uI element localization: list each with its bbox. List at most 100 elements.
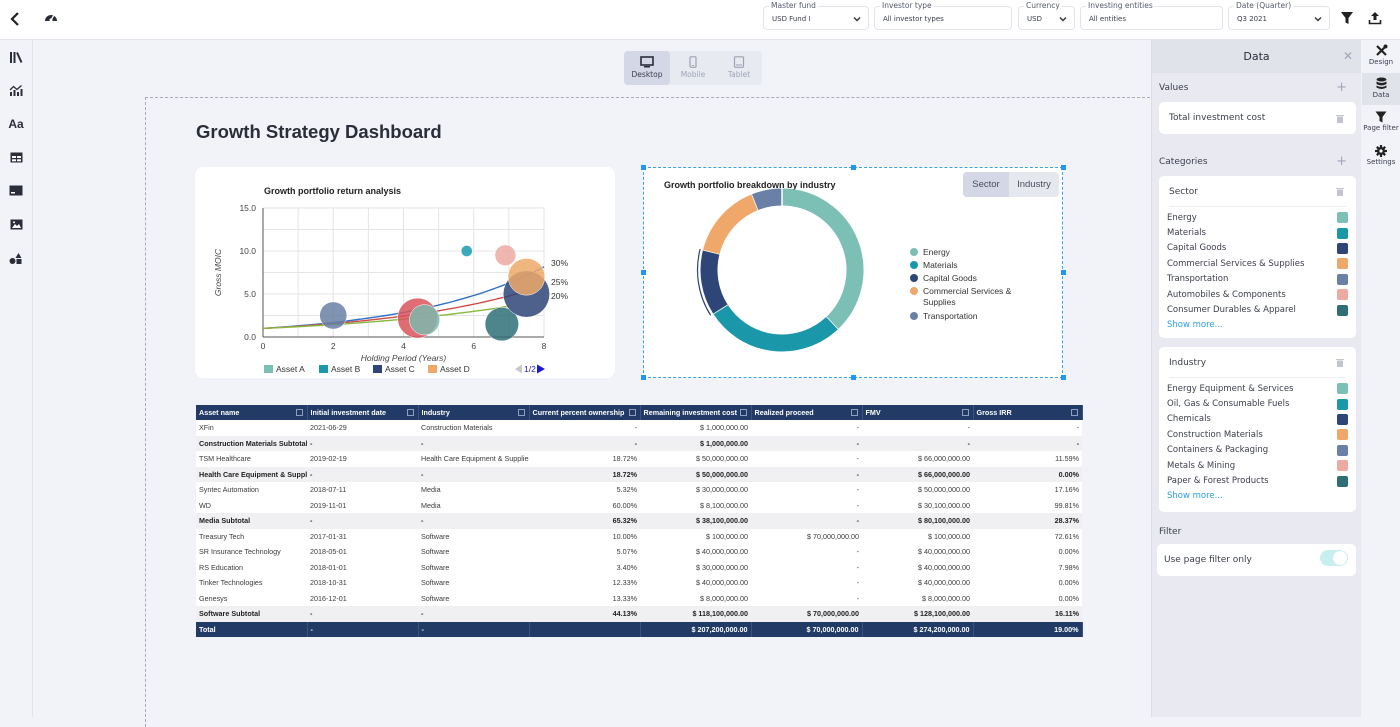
image-icon[interactable] (8, 216, 24, 232)
color-swatch[interactable] (1337, 444, 1348, 456)
investing-entities-select[interactable]: Investing entities All entities (1080, 1, 1223, 30)
color-swatch[interactable] (1337, 475, 1348, 487)
legend-item-commercial-services[interactable]: Commercial Services & Supplies (910, 286, 1033, 308)
color-swatch[interactable] (1337, 413, 1348, 425)
category-item[interactable]: Capital Goods (1167, 241, 1348, 256)
export-upload-icon[interactable] (1368, 11, 1382, 25)
category-item[interactable]: Energy (1167, 210, 1348, 225)
edit-column-icon[interactable] (739, 409, 747, 416)
category-item[interactable]: Oil, Gas & Consumable Fuels (1167, 396, 1348, 411)
tab-design[interactable]: Design (1362, 40, 1400, 72)
donut-slice[interactable] (713, 304, 838, 352)
trash-icon[interactable] (1336, 187, 1344, 196)
bubble-chart-card[interactable]: Growth portfolio return analysis 0.0 5.0 1… (195, 167, 615, 378)
color-swatch[interactable] (1337, 212, 1348, 224)
color-swatch[interactable] (1337, 258, 1348, 270)
donut-slice[interactable] (700, 249, 728, 314)
column-header[interactable]: Initial investment date (307, 405, 419, 420)
column-header[interactable]: FMV (862, 405, 974, 420)
edit-column-icon[interactable] (406, 409, 414, 416)
category-item[interactable]: Transportation (1167, 272, 1348, 287)
color-swatch[interactable] (1337, 398, 1348, 410)
filter-icon[interactable] (1340, 11, 1354, 25)
column-header[interactable]: Industry (418, 405, 530, 420)
industry-toggle-button[interactable]: Industry (1009, 172, 1059, 197)
add-category-plus-icon[interactable]: + (1336, 154, 1347, 169)
card-icon[interactable] (8, 182, 24, 198)
table-row[interactable]: Syntec Automation 2018-07-11 Media 5.32% $ 3… (196, 482, 1082, 498)
tab-data[interactable]: Data (1362, 73, 1400, 105)
subtotal-row[interactable]: Software Subtotal - -44.13% $ 118,100,000.0… (196, 606, 1082, 622)
trash-icon[interactable] (1336, 358, 1344, 367)
tab-page-filter[interactable]: Page filter (1362, 107, 1400, 139)
tab-settings[interactable]: Settings (1362, 141, 1400, 173)
legend-item-transportation[interactable]: Transportation (910, 311, 1033, 321)
desktop-view-button[interactable]: Desktop (624, 51, 670, 85)
edit-column-icon[interactable] (295, 409, 303, 416)
category-item[interactable]: Construction Materials (1167, 427, 1348, 442)
currency-select[interactable]: Currency USD (1018, 1, 1075, 30)
back-icon[interactable] (8, 10, 22, 28)
table-row[interactable]: TSM Healthcare 2019-02-19 Health Care Equi… (196, 451, 1082, 467)
color-swatch[interactable] (1337, 304, 1348, 316)
subtotal-row[interactable]: Media Subtotal - -65.32% $ 38,100,000.00- $ … (196, 513, 1082, 529)
category-item[interactable]: Containers & Packaging (1167, 443, 1348, 458)
column-header[interactable]: Current percent ownership (529, 405, 641, 420)
investor-type-select[interactable]: Investor type All investor types (874, 1, 1012, 30)
column-header[interactable]: Remaining investment cost (640, 405, 752, 420)
resize-handle[interactable] (1061, 375, 1066, 380)
color-swatch[interactable] (1337, 273, 1348, 285)
tablet-view-button[interactable]: Tablet (716, 51, 762, 85)
legend-item-capital-goods[interactable]: Capital Goods (910, 273, 1033, 283)
category-item[interactable]: Energy Equipment & Services (1167, 381, 1348, 396)
color-swatch[interactable] (1337, 242, 1348, 254)
resize-handle[interactable] (1061, 165, 1066, 170)
table-row[interactable]: WD 2019-11-01 Media 60.00% $ 8,100,000.00- $ … (196, 497, 1082, 513)
category-item[interactable]: Consumer Durables & Apparel (1167, 302, 1348, 317)
category-item[interactable]: Paper & Forest Products (1167, 473, 1348, 488)
column-header[interactable]: Asset name (196, 405, 308, 420)
sector-show-more-link[interactable]: Show more... (1167, 320, 1223, 330)
donut-slice[interactable] (781, 188, 864, 330)
donut-slice[interactable] (703, 194, 759, 255)
resize-handle[interactable] (851, 375, 856, 380)
page-filter-toggle[interactable] (1320, 550, 1348, 566)
edit-column-icon[interactable] (517, 409, 525, 416)
dashboard-gauge-icon[interactable] (44, 11, 58, 23)
text-icon[interactable]: Aa (8, 116, 24, 132)
table-row[interactable]: XFin 2021-06-29 Construction Materials - $ 1… (196, 420, 1082, 436)
color-swatch[interactable] (1337, 383, 1348, 395)
table-row[interactable]: RS Education 2018-01-01 Software 3.40% $ 30,… (196, 559, 1082, 575)
table-icon[interactable] (8, 149, 24, 165)
mobile-view-button[interactable]: Mobile (670, 51, 716, 85)
category-item[interactable]: Chemicals (1167, 412, 1348, 427)
column-header[interactable]: Realized proceed (751, 405, 863, 420)
edit-column-icon[interactable] (628, 409, 636, 416)
total-row[interactable]: Total - - $ 207,200,000.00 $ 70,000,000.00 $ … (196, 621, 1083, 637)
table-row[interactable]: Genesys 2016-12-01 Software 13.33% $ 8,000,0… (196, 590, 1082, 606)
donut-slice[interactable] (751, 188, 783, 211)
subtotal-row[interactable]: Health Care Equipment & Supplies Subtota… (196, 466, 1082, 482)
subtotal-row[interactable]: Construction Materials Subtotal - - - $ 1,00… (196, 435, 1082, 451)
add-value-plus-icon[interactable]: + (1336, 80, 1347, 95)
library-icon[interactable] (8, 49, 24, 65)
close-icon[interactable]: ✕ (1343, 40, 1353, 73)
resize-handle[interactable] (1061, 270, 1066, 275)
color-swatch[interactable] (1337, 227, 1348, 239)
table-row[interactable]: Tinker Technologies 2018-10-31 Software 12.… (196, 575, 1082, 591)
legend-item-materials[interactable]: Materials (910, 260, 1033, 270)
category-item[interactable]: Metals & Mining (1167, 458, 1348, 473)
category-item[interactable]: Automobiles & Components (1167, 287, 1348, 302)
resize-handle[interactable] (641, 270, 646, 275)
edit-column-icon[interactable] (850, 409, 858, 416)
sector-toggle-button[interactable]: Sector (963, 172, 1009, 197)
legend-next-icon[interactable] (537, 364, 545, 374)
category-item[interactable]: Materials (1167, 225, 1348, 240)
legend-item-energy[interactable]: Energy (910, 247, 1033, 257)
table-row[interactable]: Treasury Tech 2017-01-31 Software 10.00% $ 1… (196, 528, 1082, 544)
value-item-card[interactable]: Total investment cost (1159, 102, 1356, 134)
color-swatch[interactable] (1337, 289, 1348, 301)
shapes-icon[interactable] (8, 250, 24, 266)
resize-handle[interactable] (641, 375, 646, 380)
resize-handle[interactable] (641, 165, 646, 170)
